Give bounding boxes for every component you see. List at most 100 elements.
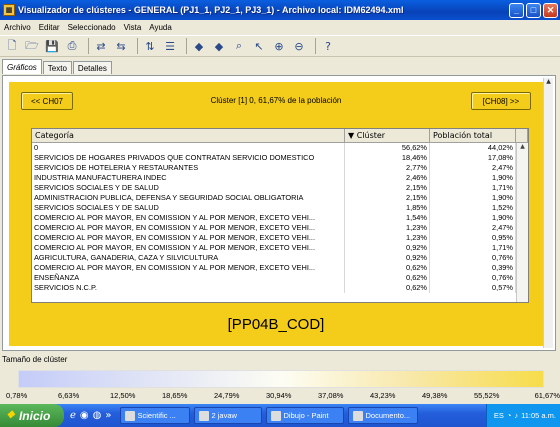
table-row[interactable]: COMERCIO AL POR MAYOR, EN COMISSION Y AL… [32, 223, 528, 233]
toolbar: 🗋 🗁 💾 ⎙ ⇄ ⇆ ⇅ ☰ ◆ ◆ ⌕ ↖ ⊕ ⊖ ? [0, 35, 560, 57]
category-cell: SERVICIOS DE HOTELERIA Y RESTAURANTES [32, 163, 345, 173]
minimize-button[interactable]: _ [509, 2, 524, 18]
table-row[interactable]: SERVICIOS N.C.P. 0,62% 0,57% [32, 283, 528, 293]
category-cell: INDUSTRIA MANUFACTURERA INDEC [32, 173, 345, 183]
task-paint[interactable]: Dibujo - Paint [265, 407, 344, 424]
category-cell: SERVICIOS SOCIALES Y DE SALUD [32, 183, 345, 193]
menu-archivo[interactable]: Archivo [0, 23, 35, 32]
redo-icon[interactable]: ⇄ [93, 38, 109, 54]
quick-launch: ℯ ◉ ◍ » [70, 410, 116, 421]
back-icon[interactable]: ◆ [191, 38, 207, 54]
cluster-size-ticks: 0,78% 6,63% 12,50% 18,65% 24,79% 30,94% 37,08%… [4, 391, 560, 401]
filter-icon[interactable]: ☰ [162, 38, 178, 54]
category-cell: SERVICIOS SOCIALES Y DE SALUD [32, 203, 345, 213]
table-row[interactable]: 0 56,62% 44,02% [32, 143, 528, 153]
more-icon[interactable]: » [105, 410, 111, 421]
zoom-in-icon[interactable]: ⊕ [271, 38, 287, 54]
cluster-cell: 0,62% [345, 273, 430, 283]
cluster-cell: 1,23% [345, 233, 430, 243]
task-scientific[interactable]: Scientific ... [119, 407, 190, 424]
tab-graficos[interactable]: Gráficos [2, 59, 42, 74]
undo-icon[interactable]: ⇆ [113, 38, 129, 54]
start-button[interactable]: ❖ Inicio [0, 404, 64, 427]
ie-icon[interactable]: ℯ [70, 410, 76, 421]
system-tray: ES ◔ ♪ 11:05 a.m. [485, 404, 560, 427]
menu-bar: Archivo Editar Seleccionado Vista Ayuda [0, 20, 560, 34]
language-indicator[interactable]: ES [494, 411, 504, 420]
table-row[interactable]: ADMINISTRACION PUBLICA, DEFENSA Y SEGURI… [32, 193, 528, 203]
size-tick-label: 12,50% [110, 391, 136, 400]
task-javaw[interactable]: 2 javaw [193, 407, 262, 424]
table-row[interactable]: AGRICULTURA, GANADERIA, CAZA Y SILVICULT… [32, 253, 528, 263]
population-cell: 0,76% [430, 253, 516, 263]
print-icon[interactable]: ⎙ [64, 38, 80, 54]
task-label: Scientific ... [137, 411, 176, 420]
app-icon: ▦ [3, 4, 15, 16]
menu-vista[interactable]: Vista [120, 23, 146, 32]
size-tick-label: 18,65% [162, 391, 188, 400]
table-row[interactable]: COMERCIO AL POR MAYOR, EN COMISSION Y AL… [32, 263, 528, 273]
cluster-card: << CH07 Clúster [1] 0, 61,67% de la pobl… [9, 82, 543, 346]
help-icon[interactable]: ? [320, 38, 336, 54]
population-cell: 0,95% [430, 233, 516, 243]
table-row[interactable]: SERVICIOS DE HOGARES PRIVADOS QUE CONTRA… [32, 153, 528, 163]
cluster-size-label: Tamaño de clúster [2, 355, 68, 364]
population-cell: 1,71% [430, 243, 516, 253]
size-tick-label: 43,23% [370, 391, 396, 400]
task-label: Dibujo - Paint [283, 411, 329, 420]
size-tick-label: 24,79% [214, 391, 240, 400]
next-cluster-button[interactable]: [CH08] >> [471, 92, 531, 110]
volume-icon[interactable]: ♪ [514, 411, 518, 420]
table-row[interactable]: COMERCIO AL POR MAYOR, EN COMISSION Y AL… [32, 243, 528, 253]
zoom-out-icon[interactable]: ⊖ [291, 38, 307, 54]
firefox-icon[interactable]: ◍ [93, 410, 102, 421]
table-header: Categoría ▼ Clúster Población total [32, 129, 528, 143]
cluster-cell: 56,62% [345, 143, 430, 153]
task-documento[interactable]: Documento... [347, 407, 418, 424]
media-icon[interactable]: ◉ [80, 410, 89, 421]
menu-ayuda[interactable]: Ayuda [145, 23, 176, 32]
close-button[interactable]: ✕ [543, 2, 558, 18]
open-icon[interactable]: 🗁 [24, 38, 40, 54]
table-row[interactable]: COMERCIO AL POR MAYOR, EN COMISSION Y AL… [32, 213, 528, 223]
table-row[interactable]: ENSEÑANZA 0,62% 0,76% [32, 273, 528, 283]
header-cluster[interactable]: ▼ Clúster [345, 129, 430, 142]
cluster-cell: 0,62% [345, 283, 430, 293]
size-tick-label: 6,63% [58, 391, 80, 400]
table-body: 0 56,62% 44,02% SERVICIOS DE HOGARES PRIVAD… [32, 143, 528, 293]
cluster-cell: 2,15% [345, 183, 430, 193]
table-row[interactable]: SERVICIOS DE HOTELERIA Y RESTAURANTES 2,7… [32, 163, 528, 173]
population-cell: 44,02% [430, 143, 516, 153]
task-label: 2 javaw [211, 411, 237, 420]
category-cell: COMERCIO AL POR MAYOR, EN COMISSION Y AL… [32, 223, 345, 233]
panel-scrollbar[interactable]: ▲ [543, 78, 553, 348]
table-row[interactable]: SERVICIOS SOCIALES Y DE SALUD 1,85% 1,52% [32, 203, 528, 213]
maximize-button[interactable]: □ [526, 2, 541, 18]
find-icon[interactable]: ⌕ [231, 38, 247, 54]
tab-detalles[interactable]: Detalles [72, 61, 112, 74]
menu-editar[interactable]: Editar [35, 23, 64, 32]
cluster-size-gradient [18, 370, 544, 388]
size-tick-label: 49,38% [422, 391, 448, 400]
table-row[interactable]: COMERCIO AL POR MAYOR, EN COMISSION Y AL… [32, 233, 528, 243]
paint-icon [270, 410, 281, 421]
scroll-up-icon[interactable]: ▲ [544, 78, 553, 88]
table-row[interactable]: INDUSTRIA MANUFACTURERA INDEC 2,46% 1,90% [32, 173, 528, 183]
sort-icon[interactable]: ⇅ [142, 38, 158, 54]
select-icon[interactable]: ↖ [251, 38, 267, 54]
population-cell: 0,39% [430, 263, 516, 273]
size-tick-label: 30,94% [266, 391, 292, 400]
new-icon[interactable]: 🗋 [4, 38, 20, 54]
header-poblacion-total[interactable]: Población total [430, 129, 516, 142]
save-icon[interactable]: 💾 [44, 38, 60, 54]
scroll-up-icon[interactable]: ▲ [517, 143, 528, 153]
population-cell: 2,47% [430, 163, 516, 173]
table-row[interactable]: SERVICIOS SOCIALES Y DE SALUD 2,15% 1,71% [32, 183, 528, 193]
word-icon [352, 410, 363, 421]
tab-texto[interactable]: Texto [42, 61, 72, 74]
header-categoria[interactable]: Categoría [32, 129, 345, 142]
table-scrollbar[interactable]: ▲ [516, 143, 528, 302]
forward-icon[interactable]: ◆ [211, 38, 227, 54]
tray-icon[interactable]: ◔ [507, 411, 512, 420]
menu-seleccionado[interactable]: Seleccionado [64, 23, 120, 32]
